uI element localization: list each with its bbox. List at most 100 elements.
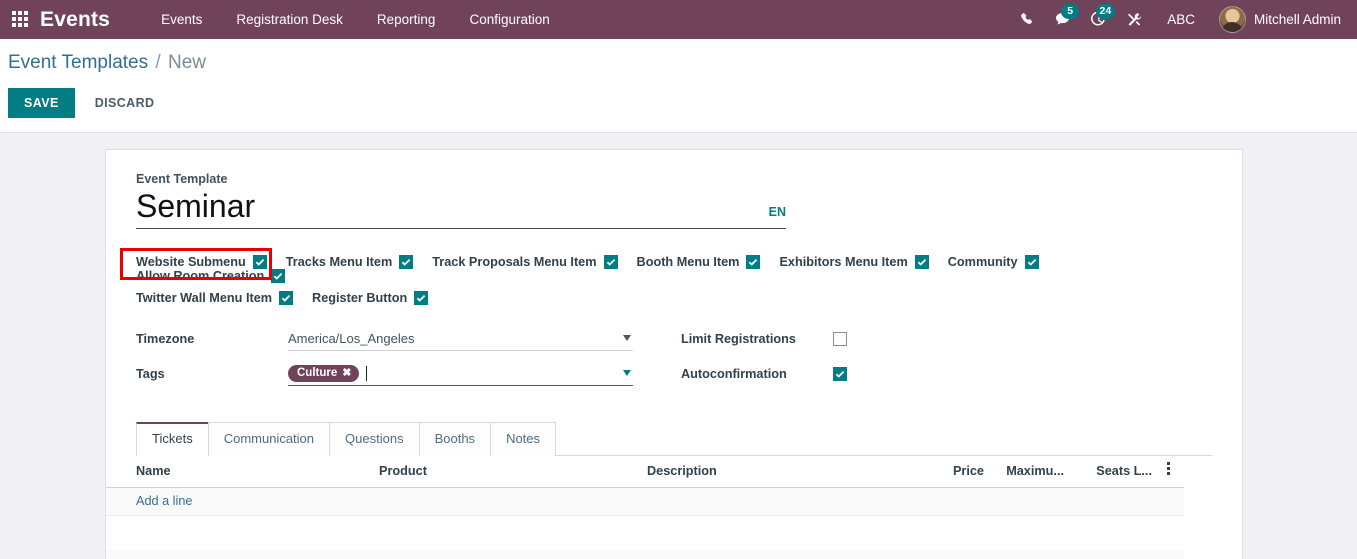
tab-communication[interactable]: Communication bbox=[207, 421, 331, 456]
user-menu[interactable]: Mitchell Admin bbox=[1209, 6, 1347, 33]
text-cursor bbox=[366, 365, 368, 381]
label-exhibitors-menu-item: Exhibitors Menu Item bbox=[779, 254, 908, 269]
column-header-product[interactable]: Product bbox=[379, 464, 647, 478]
action-buttons: SAVE DISCARD bbox=[0, 74, 1357, 118]
checkbox-track-proposals-menu-item[interactable] bbox=[603, 254, 618, 269]
label-register-button: Register Button bbox=[312, 290, 408, 305]
notebook-tabs: Tickets Communication Questions Booths N… bbox=[136, 421, 1212, 456]
checkbox-limit-registrations[interactable] bbox=[833, 331, 847, 346]
label-limit-registrations: Limit Registrations bbox=[681, 331, 796, 346]
label-community: Community bbox=[947, 254, 1018, 269]
column-options-button[interactable] bbox=[1152, 462, 1184, 480]
apps-grid-icon[interactable] bbox=[12, 10, 30, 29]
notebook: Tickets Communication Questions Booths N… bbox=[106, 421, 1212, 559]
tags-input[interactable]: Culture ✖ bbox=[288, 362, 633, 386]
field-timezone: Timezone America/Los_Angeles bbox=[136, 325, 666, 353]
column-header-description[interactable]: Description bbox=[647, 464, 912, 478]
menu-item-configuration[interactable]: Configuration bbox=[452, 2, 566, 37]
tag-label: Culture bbox=[297, 367, 338, 380]
tag-chip-culture[interactable]: Culture ✖ bbox=[288, 364, 360, 383]
field-limit-registrations: Limit Registrations bbox=[681, 325, 1086, 353]
field-autoconfirmation: Autoconfirmation bbox=[681, 360, 1086, 388]
tab-booths[interactable]: Booths bbox=[418, 421, 492, 456]
breadcrumb: Event Templates / New bbox=[0, 49, 1357, 74]
menu-item-events[interactable]: Events bbox=[144, 2, 219, 37]
tab-tickets[interactable]: Tickets bbox=[136, 421, 209, 456]
discard-button[interactable]: DISCARD bbox=[81, 88, 169, 118]
field-community[interactable]: Community bbox=[947, 254, 1039, 269]
title-row: Seminar EN bbox=[136, 188, 786, 229]
checkbox-tracks-menu-item[interactable] bbox=[399, 254, 414, 269]
user-name: Mitchell Admin bbox=[1253, 12, 1341, 27]
column-header-seats[interactable]: Seats L... bbox=[1064, 464, 1152, 478]
save-button[interactable]: SAVE bbox=[8, 88, 75, 118]
field-register-button[interactable]: Register Button bbox=[312, 290, 429, 305]
timezone-value: America/Los_Angeles bbox=[288, 330, 415, 346]
column-header-name[interactable]: Name bbox=[136, 464, 379, 478]
title-block: Event Template Seminar EN bbox=[136, 172, 786, 229]
close-icon[interactable]: ✖ bbox=[342, 367, 351, 379]
language-badge[interactable]: EN bbox=[769, 205, 786, 225]
event-template-name-input[interactable]: Seminar bbox=[136, 188, 255, 225]
tickets-table: Name Product Description Price Maximu...… bbox=[106, 455, 1184, 559]
checkbox-register-button[interactable] bbox=[414, 290, 429, 305]
navbar-right: 5 24 ABC Mitchell Admin bbox=[1009, 0, 1347, 39]
field-website-submenu[interactable]: Website Submenu bbox=[136, 254, 267, 269]
menu-item-registration-desk[interactable]: Registration Desk bbox=[219, 2, 360, 37]
clock-icon[interactable]: 24 bbox=[1081, 0, 1117, 39]
messages-icon[interactable]: 5 bbox=[1045, 0, 1081, 39]
avatar bbox=[1218, 6, 1246, 33]
checkbox-community[interactable] bbox=[1024, 254, 1039, 269]
fields-grid: Timezone America/Los_Angeles Tags Cultur… bbox=[136, 325, 1212, 395]
table-empty-area bbox=[106, 515, 1184, 550]
chevron-down-icon[interactable] bbox=[623, 335, 631, 342]
breadcrumb-current: New bbox=[167, 52, 206, 73]
sheet-container: Event Template Seminar EN Website Submen… bbox=[0, 133, 1357, 559]
title-caption: Event Template bbox=[136, 172, 228, 186]
fields-right-column: Limit Registrations Autoconfirmation bbox=[666, 325, 1086, 395]
column-header-price[interactable]: Price bbox=[912, 464, 984, 478]
field-tracks-menu-item[interactable]: Tracks Menu Item bbox=[285, 254, 414, 269]
label-tracks-menu-item: Tracks Menu Item bbox=[285, 254, 393, 269]
phone-icon[interactable] bbox=[1009, 0, 1045, 39]
menu-options-row-2: Twitter Wall Menu Item Register Button bbox=[136, 290, 1212, 305]
field-twitter-wall-menu-item[interactable]: Twitter Wall Menu Item bbox=[136, 290, 294, 305]
add-a-line-link[interactable]: Add a line bbox=[136, 494, 192, 508]
label-booth-menu-item: Booth Menu Item bbox=[636, 254, 740, 269]
breadcrumb-separator: / bbox=[155, 52, 161, 73]
checkbox-twitter-wall-menu-item[interactable] bbox=[279, 290, 294, 305]
label-autoconfirmation: Autoconfirmation bbox=[681, 366, 787, 381]
menu-options-row-1: Website Submenu Tracks Menu Item Track P… bbox=[136, 254, 1212, 283]
top-navbar: Events Events Registration Desk Reportin… bbox=[0, 0, 1357, 39]
app-brand[interactable]: Events bbox=[40, 8, 110, 32]
checkbox-allow-room-creation[interactable] bbox=[271, 268, 286, 283]
field-exhibitors-menu-item[interactable]: Exhibitors Menu Item bbox=[779, 254, 929, 269]
field-booth-menu-item[interactable]: Booth Menu Item bbox=[636, 254, 761, 269]
menu-item-reporting[interactable]: Reporting bbox=[360, 2, 453, 37]
activities-badge: 24 bbox=[1095, 4, 1116, 19]
table-row[interactable]: Add a line bbox=[106, 487, 1184, 516]
vertical-dots-icon[interactable] bbox=[1166, 462, 1170, 477]
menu-options-group: Website Submenu Tracks Menu Item Track P… bbox=[120, 247, 1212, 305]
checkbox-booth-menu-item[interactable] bbox=[746, 254, 761, 269]
tab-questions[interactable]: Questions bbox=[329, 421, 420, 456]
column-header-maximum[interactable]: Maximu... bbox=[984, 464, 1064, 478]
label-timezone: Timezone bbox=[136, 331, 195, 346]
checkbox-exhibitors-menu-item[interactable] bbox=[914, 254, 929, 269]
field-allow-room-creation[interactable]: Allow Room Creation bbox=[136, 268, 286, 283]
tab-notes[interactable]: Notes bbox=[490, 421, 557, 456]
checkbox-autoconfirmation[interactable] bbox=[833, 366, 847, 381]
label-website-submenu: Website Submenu bbox=[136, 254, 246, 269]
tools-icon[interactable] bbox=[1117, 0, 1153, 39]
field-tags: Tags Culture ✖ bbox=[136, 360, 666, 388]
checkbox-website-submenu[interactable] bbox=[252, 254, 267, 269]
label-twitter-wall-menu-item: Twitter Wall Menu Item bbox=[136, 290, 273, 305]
label-allow-room-creation: Allow Room Creation bbox=[136, 268, 265, 283]
timezone-select[interactable]: America/Los_Angeles bbox=[288, 327, 633, 351]
messages-badge: 5 bbox=[1061, 4, 1080, 19]
field-track-proposals-menu-item[interactable]: Track Proposals Menu Item bbox=[432, 254, 618, 269]
chevron-down-icon[interactable] bbox=[623, 370, 631, 377]
breadcrumb-event-templates[interactable]: Event Templates bbox=[8, 52, 148, 73]
language-switcher[interactable]: ABC bbox=[1153, 12, 1209, 27]
table-empty-stripe bbox=[106, 549, 1184, 559]
